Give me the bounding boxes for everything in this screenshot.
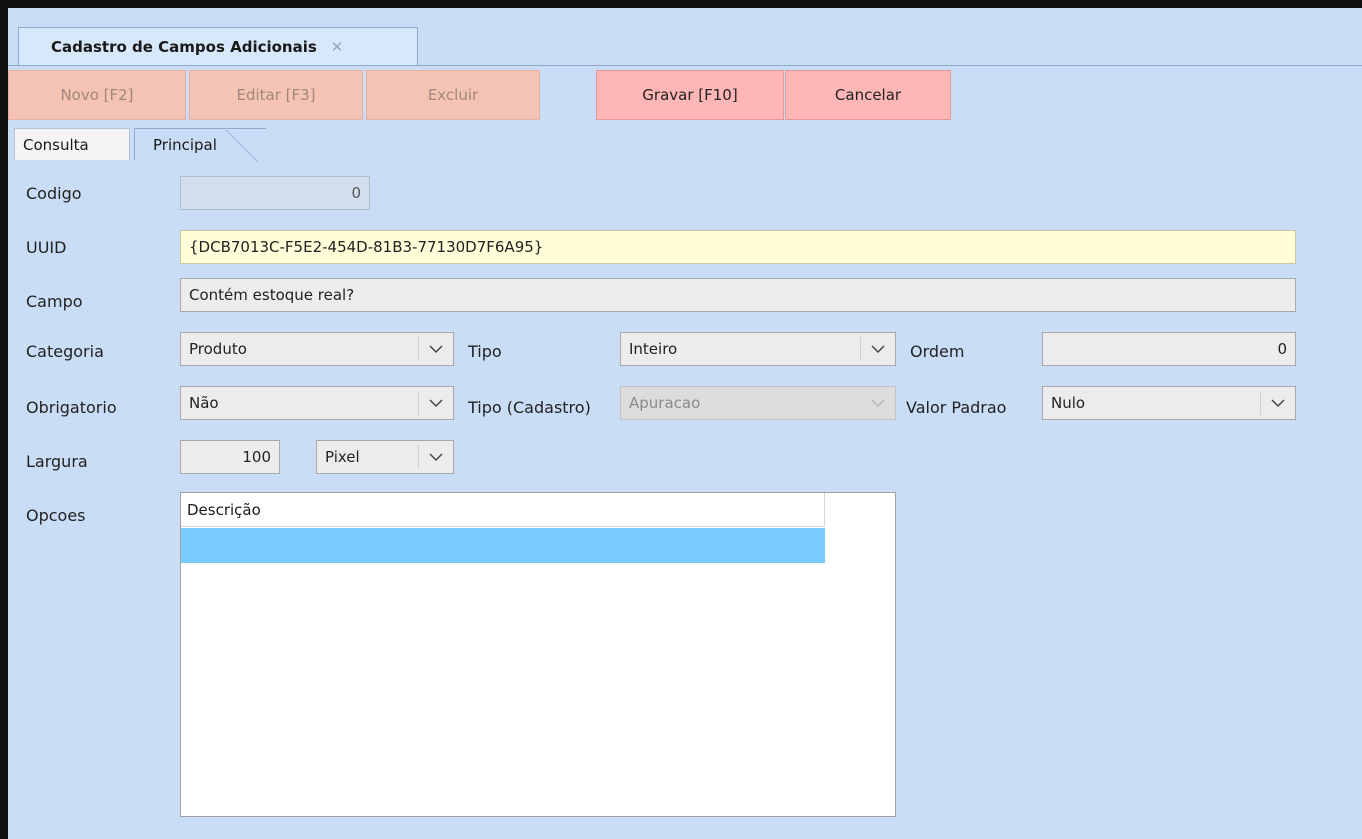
list-item-selected[interactable] [181, 528, 825, 563]
obrigatorio-label: Obrigatorio [26, 398, 117, 417]
tipo-value: Inteiro [629, 340, 678, 358]
tipo-select[interactable]: Inteiro [620, 332, 896, 366]
campo-value: Contém estoque real? [189, 286, 355, 304]
valor-padrao-select[interactable]: Nulo [1042, 386, 1296, 420]
categoria-label: Categoria [26, 342, 104, 361]
cancelar-button[interactable]: Cancelar [785, 70, 951, 120]
largura-unit-value: Pixel [325, 448, 360, 466]
opcoes-list[interactable]: Descrição [180, 492, 896, 817]
tipo-cadastro-value: Apuracao [629, 394, 701, 412]
largura-field[interactable]: 100 [180, 440, 280, 474]
document-tab[interactable]: Cadastro de Campos Adicionais ✕ [18, 27, 418, 65]
valor-padrao-label: Valor Padrao [906, 398, 1007, 417]
novo-button[interactable]: Novo [F2] [8, 70, 186, 120]
categoria-value: Produto [189, 340, 247, 358]
tipo-label: Tipo [468, 342, 502, 361]
ordem-field[interactable]: 0 [1042, 332, 1296, 366]
tab-principal[interactable]: Principal [134, 128, 266, 163]
ordem-value: 0 [1277, 340, 1287, 358]
valor-padrao-value: Nulo [1051, 394, 1086, 412]
obrigatorio-value: Não [189, 394, 219, 412]
codigo-label: Codigo [26, 184, 82, 203]
subtab-bar: Consulta Principal [8, 124, 1362, 163]
tipo-cadastro-select[interactable]: Apuracao [620, 386, 896, 420]
opcoes-column-header[interactable]: Descrição [181, 493, 825, 527]
chevron-down-icon[interactable] [419, 333, 453, 365]
tab-divider [8, 65, 1362, 66]
ordem-label: Ordem [910, 342, 965, 361]
largura-unit-select[interactable]: Pixel [316, 440, 454, 474]
campo-field[interactable]: Contém estoque real? [180, 278, 1296, 312]
chevron-down-icon[interactable] [1261, 387, 1295, 419]
gravar-button[interactable]: Gravar [F10] [596, 70, 784, 120]
uuid-value: {DCB7013C-F5E2-454D-81B3-77130D7F6A95} [189, 238, 544, 256]
uuid-field[interactable]: {DCB7013C-F5E2-454D-81B3-77130D7F6A95} [180, 230, 1296, 264]
document-tab-title: Cadastro de Campos Adicionais [51, 37, 317, 56]
tab-principal-label: Principal [153, 135, 217, 154]
chevron-down-icon[interactable] [419, 387, 453, 419]
chevron-down-icon[interactable] [861, 333, 895, 365]
chevron-down-icon[interactable] [419, 441, 453, 473]
excluir-button[interactable]: Excluir [366, 70, 540, 120]
chevron-down-icon[interactable] [861, 387, 895, 419]
opcoes-label: Opcoes [26, 506, 86, 525]
obrigatorio-select[interactable]: Não [180, 386, 454, 420]
largura-value: 100 [242, 448, 271, 466]
toolbar: Novo [F2] Editar [F3] Excluir Gravar [F1… [8, 70, 1362, 120]
codigo-value: 0 [351, 184, 361, 202]
editar-button[interactable]: Editar [F3] [189, 70, 363, 120]
tab-consulta[interactable]: Consulta [14, 128, 130, 160]
tipo-cadastro-label: Tipo (Cadastro) [468, 398, 591, 417]
largura-label: Largura [26, 452, 88, 471]
categoria-select[interactable]: Produto [180, 332, 454, 366]
close-icon[interactable]: ✕ [331, 38, 344, 56]
uuid-label: UUID [26, 238, 67, 257]
codigo-field[interactable]: 0 [180, 176, 370, 210]
campo-label: Campo [26, 292, 83, 311]
opcoes-column-label: Descrição [187, 500, 261, 519]
